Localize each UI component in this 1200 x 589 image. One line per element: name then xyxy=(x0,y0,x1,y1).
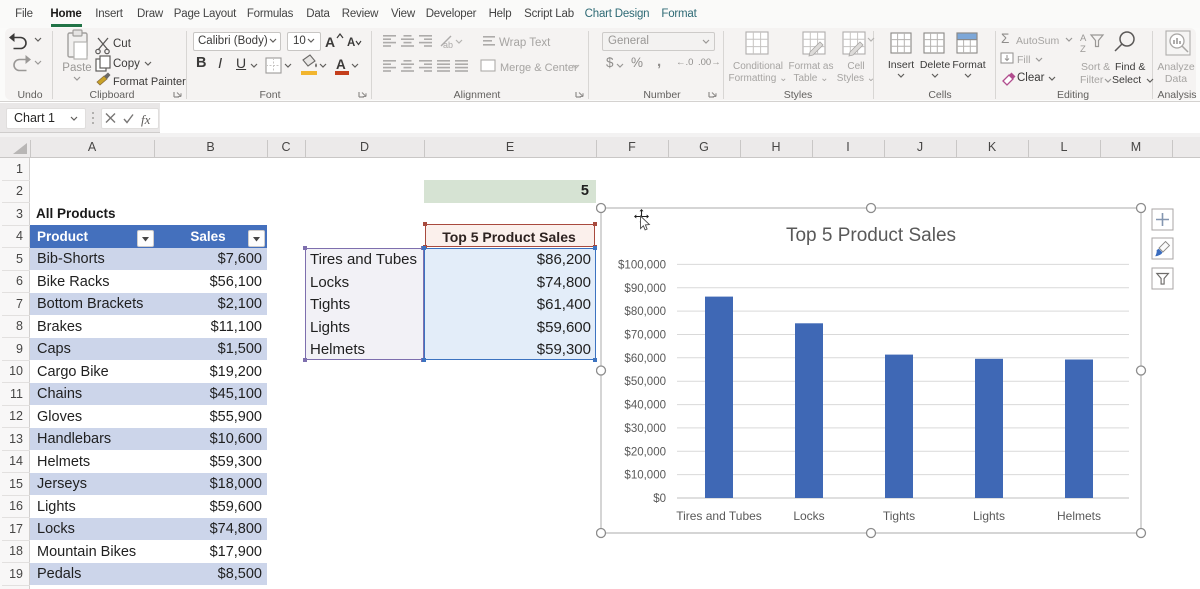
svg-text:Locks: Locks xyxy=(793,509,824,523)
svg-text:$50,000: $50,000 xyxy=(624,376,666,388)
svg-text:fx: fx xyxy=(141,112,151,127)
svg-text:$100,000: $100,000 xyxy=(618,259,666,271)
svg-text:$10,000: $10,000 xyxy=(624,470,666,482)
svg-text:Tires and Tubes: Tires and Tubes xyxy=(676,509,762,523)
svg-text:$30,000: $30,000 xyxy=(624,423,666,435)
svg-text:A: A xyxy=(1080,33,1087,44)
svg-text:ab: ab xyxy=(443,40,453,50)
svg-text:Helmets: Helmets xyxy=(1057,509,1101,523)
svg-text:A: A xyxy=(347,37,355,49)
svg-text:$40,000: $40,000 xyxy=(624,400,666,412)
svg-text:Z: Z xyxy=(1080,44,1086,55)
svg-text:Lights: Lights xyxy=(973,509,1005,523)
svg-text:Top 5 Product Sales: Top 5 Product Sales xyxy=(786,225,956,246)
svg-text:$70,000: $70,000 xyxy=(624,330,666,342)
svg-text:$20,000: $20,000 xyxy=(624,446,666,458)
svg-text:$90,000: $90,000 xyxy=(624,283,666,295)
svg-text:$80,000: $80,000 xyxy=(624,306,666,318)
svg-text:Tights: Tights xyxy=(883,509,915,523)
svg-text:$60,000: $60,000 xyxy=(624,353,666,365)
svg-text:A: A xyxy=(336,57,346,72)
svg-text:$0: $0 xyxy=(653,493,666,505)
svg-text:A: A xyxy=(325,34,335,50)
